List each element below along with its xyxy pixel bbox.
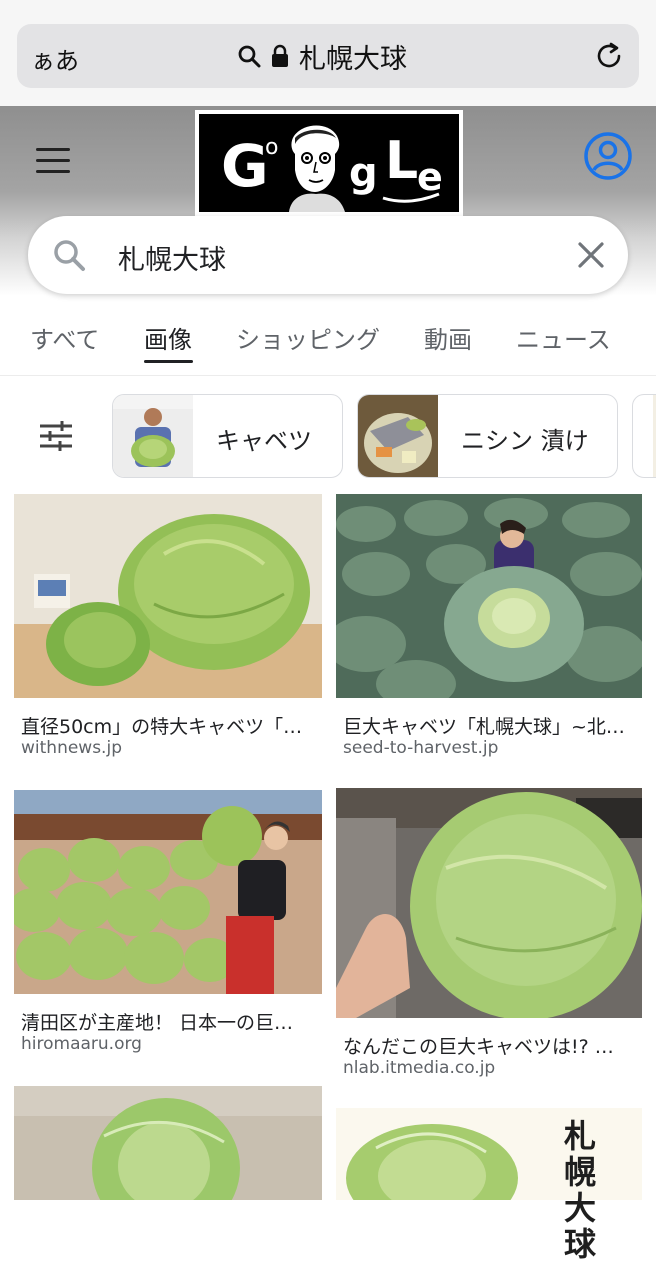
tab-videos[interactable]: 動画 bbox=[424, 320, 472, 355]
image-result[interactable]: 巨大キャベツ「札幌大球」~北… seed-to-harvest.jp bbox=[336, 494, 642, 774]
menu-icon[interactable] bbox=[36, 148, 70, 174]
chip-cabbage[interactable]: キャベツ bbox=[112, 394, 343, 478]
result-title[interactable]: 清田区が主産地！ 日本一の巨… bbox=[21, 1008, 293, 1035]
doodle-letter-o: o bbox=[265, 135, 278, 160]
image-result[interactable]: なんだこの巨大キャベツは!? … nlab.itmedia.co.jp bbox=[336, 788, 642, 1088]
search-input[interactable]: 札幌大球 bbox=[118, 238, 226, 277]
active-tab-indicator bbox=[144, 360, 193, 363]
result-image-cabbage-on-counter[interactable] bbox=[336, 788, 642, 1018]
result-image-cabbage-field[interactable] bbox=[336, 494, 642, 698]
reload-icon[interactable] bbox=[593, 40, 625, 72]
result-source: nlab.itmedia.co.jp bbox=[343, 1058, 496, 1078]
image-result[interactable]: 札幌大球 bbox=[336, 1108, 642, 1262]
search-icon bbox=[238, 45, 261, 68]
tab-all[interactable]: すべて bbox=[30, 320, 99, 355]
doodle-letter-g-small: g bbox=[349, 150, 378, 196]
chip-label-nishin-zuke: ニシン 漬け bbox=[461, 427, 589, 455]
result-title[interactable]: 巨大キャベツ「札幌大球」~北… bbox=[343, 712, 625, 739]
search-icon[interactable] bbox=[52, 238, 86, 272]
result-image-cabbages-on-table[interactable] bbox=[14, 494, 322, 698]
image-result[interactable]: 直径50cm」の特大キャベツ「… withnews.jp bbox=[14, 494, 322, 774]
result-title[interactable]: 直径50cm」の特大キャベツ「… bbox=[21, 712, 302, 739]
browser-address-bar: ぁあ 札幌大球 bbox=[0, 0, 656, 106]
reader-options-button[interactable]: ぁあ bbox=[31, 41, 79, 76]
url-text: 札幌大球 bbox=[299, 43, 407, 75]
search-box[interactable]: 札幌大球 bbox=[28, 216, 628, 294]
poster-title-text: 札幌大球 bbox=[564, 1117, 597, 1263]
google-doodle-logo[interactable]: G o g L e bbox=[195, 110, 463, 216]
doodle-letter-e: e bbox=[417, 155, 443, 199]
chip-thumbnail-partial bbox=[653, 395, 656, 477]
result-source: withnews.jp bbox=[21, 738, 122, 758]
tab-news[interactable]: ニュース bbox=[516, 320, 611, 355]
chip-thumbnail-nishin-zuke bbox=[358, 395, 438, 477]
google-header: G o g L e 札幌大球 bbox=[0, 106, 656, 296]
related-chips: キャベツ ニシン 漬け bbox=[0, 394, 656, 480]
image-result[interactable]: 清田区が主産地！ 日本一の巨… hiromaaru.org bbox=[14, 790, 322, 1070]
tab-images[interactable]: 画像 bbox=[144, 320, 192, 355]
doodle-image: G o g L e bbox=[199, 114, 459, 212]
result-title[interactable]: なんだこの巨大キャベツは!? … bbox=[343, 1032, 614, 1059]
filter-tune-icon[interactable] bbox=[38, 418, 74, 454]
url-display[interactable]: 札幌大球 bbox=[237, 38, 407, 75]
chip-nishin-zuke[interactable]: ニシン 漬け bbox=[357, 394, 618, 478]
chip-partial[interactable] bbox=[632, 394, 656, 478]
account-icon[interactable] bbox=[583, 131, 633, 181]
doodle-letter-l: L bbox=[385, 131, 418, 191]
image-result[interactable] bbox=[14, 1086, 322, 1200]
close-icon[interactable] bbox=[576, 240, 606, 270]
search-tabs: すべて 画像 ショッピング 動画 ニュース bbox=[0, 310, 656, 376]
result-source: hiromaaru.org bbox=[21, 1034, 142, 1054]
tab-shopping[interactable]: ショッピング bbox=[236, 320, 380, 355]
doodle-letter-g: G bbox=[221, 132, 269, 200]
chip-label-cabbage: キャベツ bbox=[216, 427, 312, 455]
result-image-cabbage-harvest[interactable] bbox=[14, 790, 322, 994]
lock-icon bbox=[272, 44, 288, 67]
result-image-cabbage-ground[interactable] bbox=[14, 1086, 322, 1200]
result-source: seed-to-harvest.jp bbox=[343, 738, 499, 758]
url-field[interactable]: ぁあ 札幌大球 bbox=[17, 24, 639, 88]
chip-thumbnail-cabbage bbox=[113, 395, 193, 477]
